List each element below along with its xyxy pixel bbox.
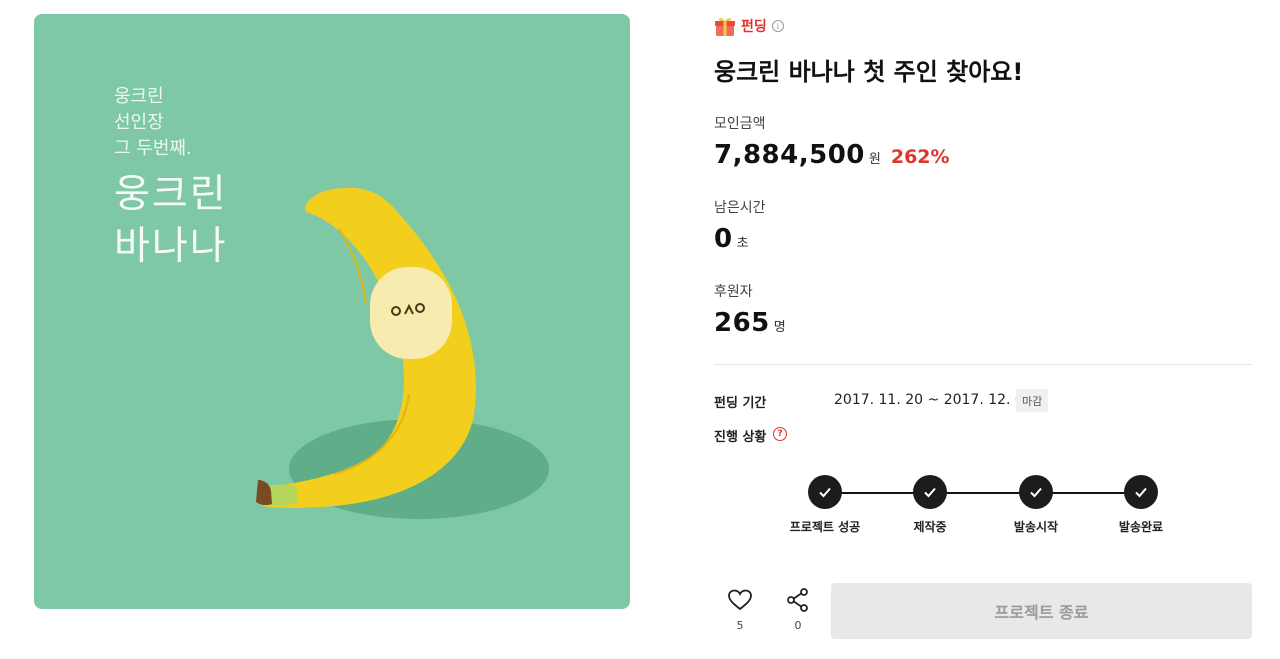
amount-stat: 7,884,500 원 262% [714,140,950,170]
project-image: 웅크린 선인장 그 두번째. 웅크린 바나나 [34,14,630,609]
step-shipping-start: 발송시작 [981,475,1091,535]
check-icon [913,475,947,509]
time-unit: 초 [736,236,749,251]
time-stat: 0 초 [714,224,749,254]
heart-icon [728,589,752,611]
step-label: 발송시작 [1013,520,1059,534]
share-icon [787,588,808,612]
hero-big-line: 웅크린 [114,172,228,217]
divider [714,364,1252,365]
progress-steps: 프로젝트 성공 제작중 발송시작 발송완료 [714,475,1252,535]
hero-big-line: 바나나 [114,224,228,269]
share-button[interactable]: 0 [778,588,818,632]
amount-unit: 원 [868,152,881,167]
backers-label: 후원자 [714,284,753,300]
info-icon[interactable]: i [771,20,784,32]
step-production: 제작중 [875,475,985,535]
gift-icon [715,17,735,36]
backers-unit: 명 [773,320,786,335]
achievement-percent: 262% [890,146,950,168]
step-project-success: 프로젝트 성공 [770,475,880,535]
period-label: 펀딩 기간 [714,396,767,411]
funding-badge: 펀딩 i [714,14,784,38]
period-value: 2017. 11. 20 ~ 2017. 12. 05 [834,392,1033,408]
check-icon [1019,475,1053,509]
backers-value: 265 [714,308,770,338]
funding-badge-label: 펀딩 [741,19,767,35]
time-value: 0 [714,224,733,254]
step-label: 프로젝트 성공 [789,520,861,534]
check-icon [1124,475,1158,509]
hero-subtitle: 웅크린 선인장 그 두번째. [114,84,192,162]
backers-stat: 265 명 [714,308,786,338]
step-label: 제작중 [913,520,947,534]
step-label: 발송완료 [1118,520,1164,534]
progress-label: 진행 상황 [714,430,767,445]
hero-title: 웅크린 바나나 [114,169,228,273]
amount-value: 7,884,500 [714,140,865,170]
closed-tag: 마감 [1016,389,1049,412]
like-count: 5 [736,619,744,632]
step-shipping-complete: 발송완료 [1086,475,1196,535]
time-label: 남은시간 [714,200,766,216]
hero-small-line: 그 두번째. [114,138,192,159]
project-ended-button[interactable]: 프로젝트 종료 [831,583,1252,639]
like-button[interactable]: 5 [720,588,760,632]
project-title: 웅크린 바나나 첫 주인 찾아요! [714,58,1024,86]
share-count: 0 [794,619,802,632]
hero-small-line: 웅크린 [114,86,164,107]
amount-label: 모인금액 [714,116,766,132]
hero-small-line: 선인장 [114,112,164,133]
help-icon[interactable]: ? [773,427,787,441]
check-icon [808,475,842,509]
project-info-panel: 펀딩 i 웅크린 바나나 첫 주인 찾아요! 모인금액 7,884,500 원 … [714,0,1252,659]
